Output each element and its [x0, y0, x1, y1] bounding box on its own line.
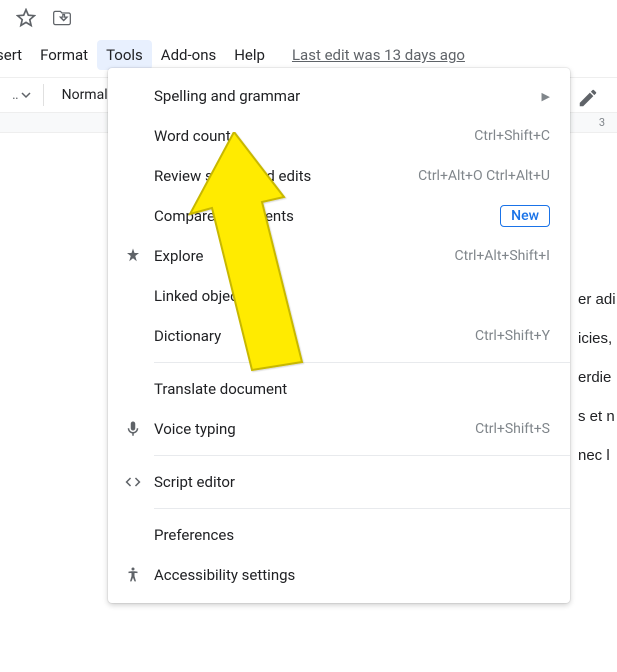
menu-shortcut: Ctrl+Shift+C [474, 128, 550, 144]
text-fragment: nec l [578, 436, 617, 475]
menu-item-label: Voice typing [154, 420, 475, 438]
menu-item-label: Translate document [154, 380, 550, 398]
menu-item-voice-typing[interactable]: Voice typingCtrl+Shift+S [108, 409, 570, 449]
ruler-mark: 3 [599, 116, 605, 129]
menu-insert[interactable]: sert [0, 40, 31, 70]
tools-dropdown: Spelling and grammar▶Word countCtrl+Shif… [108, 68, 570, 603]
text-fragment: icies, [578, 319, 617, 358]
submenu-arrow-icon: ▶ [542, 90, 550, 103]
menu-divider [154, 362, 570, 363]
text-fragment: erdie [578, 358, 617, 397]
menu-item-label: Linked objects [154, 287, 550, 305]
document-body-fragment: er adiicies,erdies et nnec l [578, 280, 617, 475]
menu-item-accessibility-settings[interactable]: Accessibility settings [108, 555, 570, 595]
code-icon [120, 473, 146, 491]
menu-tools[interactable]: Tools [97, 40, 152, 70]
menu-divider [154, 455, 570, 456]
star-icon[interactable] [16, 8, 36, 32]
menu-item-spelling-and-grammar[interactable]: Spelling and grammar ▶ [108, 76, 570, 116]
menu-item-explore[interactable]: ExploreCtrl+Alt+Shift+I [108, 236, 570, 276]
menu-item-label: Preferences [154, 526, 550, 544]
menu-item-label: Review suggested edits [154, 167, 418, 185]
menu-item-label: Dictionary [154, 327, 475, 345]
menu-item-translate-document[interactable]: Translate document [108, 369, 570, 409]
edit-mode-icon[interactable] [577, 87, 599, 109]
menu-item-label: Spelling and grammar [154, 87, 532, 105]
move-folder-icon[interactable] [52, 8, 72, 32]
text-fragment: s et n [578, 397, 617, 436]
menu-item-dictionary[interactable]: DictionaryCtrl+Shift+Y [108, 316, 570, 356]
menu-item-label: Compare documents [154, 207, 500, 225]
mic-icon [120, 420, 146, 438]
menu-shortcut: Ctrl+Alt+Shift+I [455, 248, 550, 264]
menu-item-label: Accessibility settings [154, 566, 550, 584]
menu-divider [154, 508, 570, 509]
accessibility-icon [120, 566, 146, 584]
menu-item-compare-documents[interactable]: Compare documentsNew [108, 196, 570, 236]
menu-item-review-suggested-edits[interactable]: Review suggested editsCtrl+Alt+O Ctrl+Al… [108, 156, 570, 196]
menu-shortcut: Ctrl+Shift+S [475, 421, 550, 437]
menu-item-label: Word count [154, 127, 474, 145]
menu-shortcut: Ctrl+Shift+Y [475, 328, 550, 344]
menu-item-script-editor[interactable]: Script editor [108, 462, 570, 502]
menu-item-label: Explore [154, 247, 455, 265]
menu-item-word-count[interactable]: Word countCtrl+Shift+C [108, 116, 570, 156]
explore-icon [120, 247, 146, 265]
toolbar-more[interactable]: ‥ [8, 87, 35, 103]
text-fragment: er adi [578, 280, 617, 319]
new-badge: New [500, 205, 550, 227]
menu-format[interactable]: Format [31, 40, 97, 70]
menu-help[interactable]: Help [225, 40, 274, 70]
menu-shortcut: Ctrl+Alt+O Ctrl+Alt+U [418, 168, 550, 184]
last-edit-link[interactable]: Last edit was 13 days ago [292, 46, 465, 64]
menu-item-label: Script editor [154, 473, 550, 491]
menu-item-linked-objects[interactable]: Linked objects [108, 276, 570, 316]
menu-addons[interactable]: Add-ons [152, 40, 225, 70]
menu-item-preferences[interactable]: Preferences [108, 515, 570, 555]
